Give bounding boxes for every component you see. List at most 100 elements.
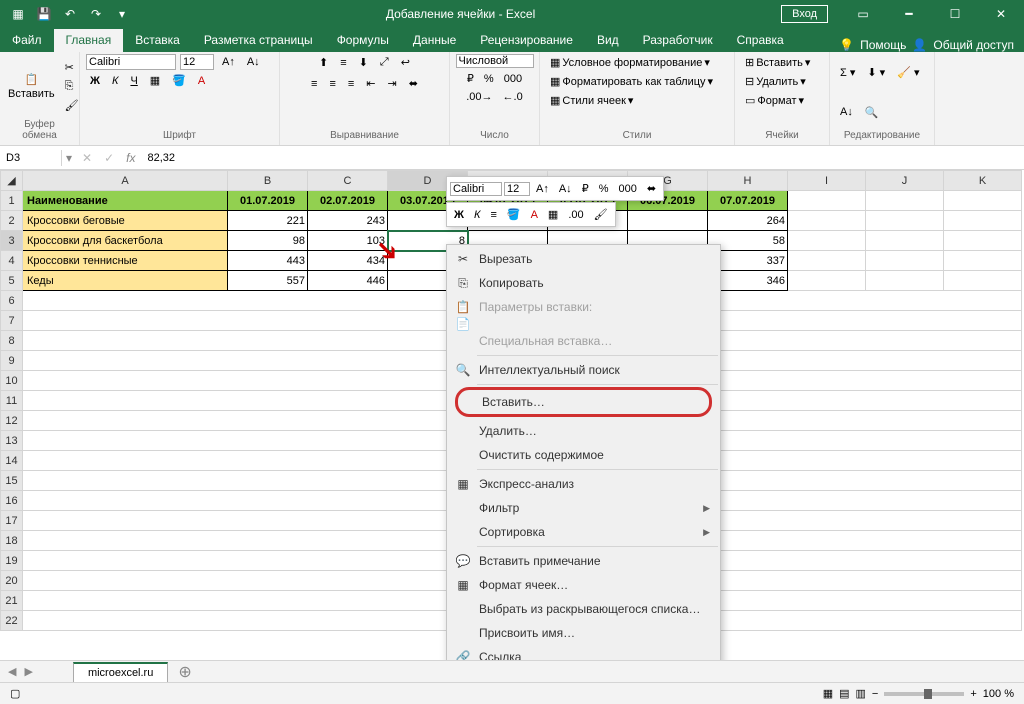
cell[interactable]: 557 [228, 271, 308, 291]
cell[interactable] [866, 251, 944, 271]
mini-decrease-font-icon[interactable]: A↓ [555, 181, 576, 197]
row-header[interactable]: 14 [1, 451, 23, 471]
cell[interactable]: 221 [228, 211, 308, 231]
merge-icon[interactable]: ⬌ [405, 75, 422, 92]
percent-icon[interactable]: % [480, 70, 498, 87]
decrease-font-icon[interactable]: A↓ [243, 54, 264, 70]
cell[interactable] [788, 231, 866, 251]
cell[interactable] [788, 191, 866, 211]
mini-currency-icon[interactable]: ₽ [578, 180, 593, 197]
row-header[interactable]: 22 [1, 611, 23, 631]
ribbon-options-icon[interactable]: ▭ [840, 0, 886, 28]
underline-icon[interactable]: Ч [126, 72, 141, 89]
cell[interactable]: 443 [228, 251, 308, 271]
menu-insert[interactable]: Вставить… [455, 387, 712, 417]
menu-sort[interactable]: Сортировка▶ [449, 520, 718, 544]
row-header[interactable]: 16 [1, 491, 23, 511]
login-button[interactable]: Вход [781, 5, 828, 23]
mini-comma-icon[interactable]: 000 [614, 181, 640, 197]
mini-align-icon[interactable]: ≡ [486, 207, 500, 223]
row-header[interactable]: 17 [1, 511, 23, 531]
maximize-icon[interactable]: ☐ [932, 0, 978, 28]
cell[interactable] [944, 231, 1022, 251]
comma-icon[interactable]: 000 [500, 70, 526, 87]
mini-font-name[interactable] [450, 182, 502, 196]
fill-color-icon[interactable]: 🪣 [168, 72, 190, 89]
tab-developer[interactable]: Разработчик [631, 29, 725, 52]
menu-smart-lookup[interactable]: 🔍Интеллектуальный поиск [449, 358, 718, 382]
qat-customize-icon[interactable]: ▾ [110, 2, 134, 26]
menu-pick-from-list[interactable]: Выбрать из раскрывающегося списка… [449, 597, 718, 621]
row-header[interactable]: 2 [1, 211, 23, 231]
row-header[interactable]: 21 [1, 591, 23, 611]
row-header[interactable]: 13 [1, 431, 23, 451]
align-top-icon[interactable]: ⬆ [315, 54, 332, 71]
row-header[interactable]: 12 [1, 411, 23, 431]
cell[interactable]: 434 [308, 251, 388, 271]
decrease-decimal-icon[interactable]: ←.0 [499, 89, 527, 105]
mini-merge-icon[interactable]: ⬌ [643, 180, 660, 197]
share-icon[interactable]: 👤 [912, 38, 927, 52]
italic-icon[interactable]: К [108, 72, 122, 89]
cell[interactable] [866, 191, 944, 211]
select-all-corner[interactable]: ◢ [1, 171, 23, 191]
wrap-text-icon[interactable]: ↩ [397, 54, 414, 71]
cell[interactable] [628, 211, 708, 231]
font-name-select[interactable] [86, 54, 176, 70]
tab-formulas[interactable]: Формулы [325, 29, 401, 52]
share-label[interactable]: Общий доступ [933, 38, 1014, 52]
cell[interactable]: 103 [308, 231, 388, 251]
minimize-icon[interactable]: ━ [886, 0, 932, 28]
mini-percent-icon[interactable]: % [595, 181, 613, 197]
col-header[interactable]: K [944, 171, 1022, 191]
menu-insert-comment[interactable]: 💬Вставить примечание [449, 549, 718, 573]
col-header[interactable]: J [866, 171, 944, 191]
menu-cut[interactable]: ✂Вырезать [449, 247, 718, 271]
increase-decimal-icon[interactable]: .00→ [462, 89, 496, 105]
mini-border-icon[interactable]: ▦ [544, 206, 562, 223]
tab-review[interactable]: Рецензирование [468, 29, 585, 52]
zoom-slider[interactable] [884, 692, 964, 696]
col-header[interactable]: H [708, 171, 788, 191]
tab-home[interactable]: Главная [54, 29, 124, 52]
tab-layout[interactable]: Разметка страницы [192, 29, 325, 52]
conditional-formatting-button[interactable]: ▦ Условное форматирование ▾ [546, 54, 714, 71]
menu-delete[interactable]: Удалить… [449, 419, 718, 443]
undo-icon[interactable]: ↶ [58, 2, 82, 26]
cell[interactable]: Наименование [23, 191, 228, 211]
sheet-nav-prev-icon[interactable]: ◀ [0, 665, 24, 678]
row-header[interactable]: 4 [1, 251, 23, 271]
cell[interactable]: 02.07.2019 [308, 191, 388, 211]
new-sheet-icon[interactable]: ⊕ [168, 662, 201, 682]
cell[interactable] [866, 211, 944, 231]
row-header[interactable]: 10 [1, 371, 23, 391]
tab-file[interactable]: Файл [0, 29, 54, 52]
cell[interactable]: Кроссовки для баскетбола [23, 231, 228, 251]
tellme-label[interactable]: Помощь [860, 38, 906, 52]
tab-insert[interactable]: Вставка [123, 29, 192, 52]
cell[interactable] [944, 271, 1022, 291]
cell[interactable]: 264 [708, 211, 788, 231]
paste-button[interactable]: 📋 Вставить [6, 71, 57, 102]
bold-icon[interactable]: Ж [86, 72, 104, 89]
row-header[interactable]: 20 [1, 571, 23, 591]
record-macro-icon[interactable]: ▢ [10, 687, 20, 700]
clear-icon[interactable]: 🧹 ▾ [893, 64, 923, 81]
tab-data[interactable]: Данные [401, 29, 468, 52]
row-header[interactable]: 11 [1, 391, 23, 411]
col-header[interactable]: A [23, 171, 228, 191]
sort-filter-icon[interactable]: A↓ [836, 104, 857, 120]
number-format-select[interactable] [456, 54, 534, 68]
zoom-in-icon[interactable]: + [970, 688, 976, 700]
menu-quick-analysis[interactable]: ▦Экспресс-анализ [449, 472, 718, 496]
cell[interactable]: Кроссовки теннисные [23, 251, 228, 271]
formula-bar[interactable]: 82,32 [142, 150, 1024, 166]
align-center-icon[interactable]: ≡ [325, 75, 339, 92]
row-header[interactable]: 8 [1, 331, 23, 351]
zoom-level[interactable]: 100 % [983, 688, 1014, 700]
cells-delete-button[interactable]: ⊟ Удалить ▾ [741, 73, 810, 90]
align-middle-icon[interactable]: ≡ [336, 54, 350, 71]
align-bottom-icon[interactable]: ⬇ [355, 54, 372, 71]
tab-view[interactable]: Вид [585, 29, 631, 52]
name-box[interactable]: D3 [0, 150, 62, 166]
